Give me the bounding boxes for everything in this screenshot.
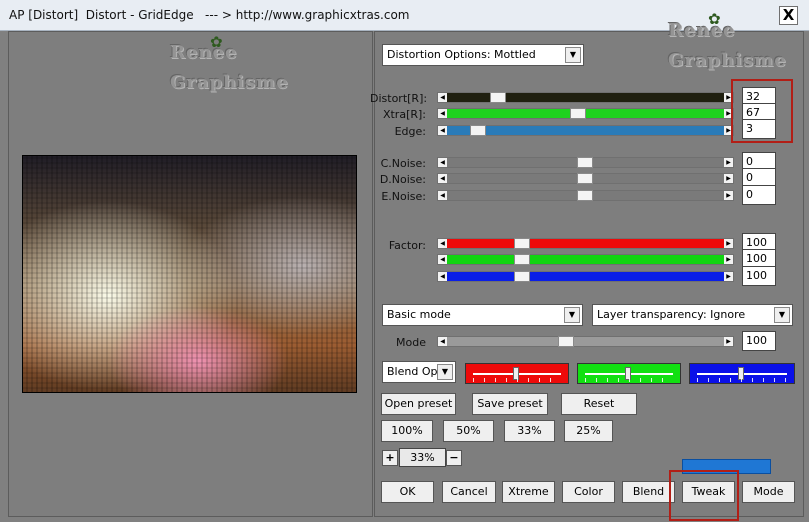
factor-green-slider[interactable]: ◀ ▶ [437,254,734,265]
watermark-right-line2: Graphisme [668,50,787,71]
window-title: AP [Distort] Distort - GridEdge --- > ht… [9,8,410,22]
mode-select[interactable]: Basic mode ▼ [382,304,583,326]
arrow-left-icon[interactable]: ◀ [438,272,447,281]
chevron-down-icon: ▼ [774,307,790,323]
zoom-in-button[interactable]: + [382,450,398,466]
close-button[interactable]: X [779,6,798,25]
zoom-25-button[interactable]: 25% [564,420,613,442]
zoom-33-button[interactable]: 33% [504,420,555,442]
swatch-ticks [585,378,673,382]
blend-blue-swatch[interactable] [689,363,795,384]
factor-red-slider[interactable]: ◀ ▶ [437,238,734,249]
arrow-left-icon[interactable]: ◀ [438,174,447,183]
zoom-50-button[interactable]: 50% [443,420,494,442]
arrow-left-icon[interactable]: ◀ [438,255,447,264]
tweak-highlight-box [669,470,739,521]
highlight-box [731,79,793,143]
chevron-down-icon: ▼ [565,47,581,63]
zoom-out-button[interactable]: − [446,450,462,466]
arrow-right-icon[interactable]: ▶ [724,255,733,264]
factor-green-thumb[interactable] [514,254,530,265]
arrow-right-icon[interactable]: ▶ [724,337,733,346]
arrow-right-icon[interactable]: ▶ [724,158,733,167]
factor-blue-thumb[interactable] [514,271,530,282]
enoise-label: E.Noise: [381,190,426,203]
chevron-down-icon: ▼ [564,307,580,323]
mode-select-value: Basic mode [387,308,451,321]
arrow-left-icon[interactable]: ◀ [438,337,447,346]
blend-options-select[interactable]: Blend Optio ▼ [382,361,456,383]
watermark-line2: Graphisme [170,72,289,93]
arrow-right-icon[interactable]: ▶ [724,191,733,200]
chevron-down-icon: ▼ [437,364,453,380]
edge-thumb[interactable] [470,125,486,136]
factor-red-thumb[interactable] [514,238,530,249]
dnoise-label: D.Noise: [379,173,426,186]
open-preset-button[interactable]: Open preset [381,393,456,415]
enoise-slider[interactable]: ◀ ▶ [437,190,734,201]
arrow-left-icon[interactable]: ◀ [438,158,447,167]
arrow-left-icon[interactable]: ◀ [438,126,447,135]
blend-button[interactable]: Blend [622,481,675,503]
mode-button[interactable]: Mode [742,481,795,503]
color-button[interactable]: Color [562,481,615,503]
zoom-value[interactable]: 33% [399,448,446,467]
swatch-ticks [473,378,561,382]
arrow-left-icon[interactable]: ◀ [438,191,447,200]
reset-button[interactable]: Reset [561,393,637,415]
arrow-right-icon[interactable]: ▶ [724,239,733,248]
cancel-button[interactable]: Cancel [442,481,496,503]
arrow-right-icon[interactable]: ▶ [724,272,733,281]
mode-label: Mode [396,336,426,349]
xtra-label: Xtra[R]: [382,108,426,121]
arrow-left-icon[interactable]: ◀ [438,109,447,118]
dnoise-slider[interactable]: ◀ ▶ [437,173,734,184]
dnoise-thumb[interactable] [577,173,593,184]
distortion-options-value: Distortion Options: Mottled [387,48,536,61]
factor-blue-slider[interactable]: ◀ ▶ [437,271,734,282]
blend-red-swatch[interactable] [465,363,569,384]
factor-blue-value[interactable]: 100 [742,266,776,286]
distort-slider[interactable]: ◀ ▶ [437,92,734,103]
enoise-thumb[interactable] [577,190,593,201]
save-preset-button[interactable]: Save preset [472,393,548,415]
arrow-left-icon[interactable]: ◀ [438,239,447,248]
close-icon: X [782,6,795,24]
blend-green-swatch[interactable] [577,363,681,384]
enoise-value[interactable]: 0 [742,185,776,205]
distort-thumb[interactable] [490,92,506,103]
factor-label: Factor: [388,239,426,252]
mode-value[interactable]: 100 [742,331,776,351]
mode-thumb[interactable] [558,336,574,347]
xtra-slider[interactable]: ◀ ▶ [437,108,734,119]
arrow-left-icon[interactable]: ◀ [438,93,447,102]
arrow-right-icon[interactable]: ▶ [724,174,733,183]
watermark-line1: Renee [170,42,238,63]
zoom-100-button[interactable]: 100% [381,420,433,442]
swatch-ticks [697,378,787,382]
mode-slider[interactable]: ◀ ▶ [437,336,734,347]
ok-button[interactable]: OK [381,481,434,503]
distortion-options-select[interactable]: Distortion Options: Mottled ▼ [382,44,584,66]
edge-slider[interactable]: ◀ ▶ [437,125,734,136]
cnoise-thumb[interactable] [577,157,593,168]
xtra-thumb[interactable] [570,108,586,119]
edge-label: Edge: [394,125,426,138]
xtreme-button[interactable]: Xtreme [502,481,555,503]
preview-image[interactable] [22,155,357,393]
cnoise-slider[interactable]: ◀ ▶ [437,157,734,168]
watermark-right-line1: Renee [668,20,736,41]
cnoise-label: C.Noise: [380,157,426,170]
layer-transparency-select[interactable]: Layer transparency: Ignore ▼ [592,304,793,326]
distort-label: Distort[R]: [370,92,428,105]
layer-transparency-value: Layer transparency: Ignore [597,308,746,321]
